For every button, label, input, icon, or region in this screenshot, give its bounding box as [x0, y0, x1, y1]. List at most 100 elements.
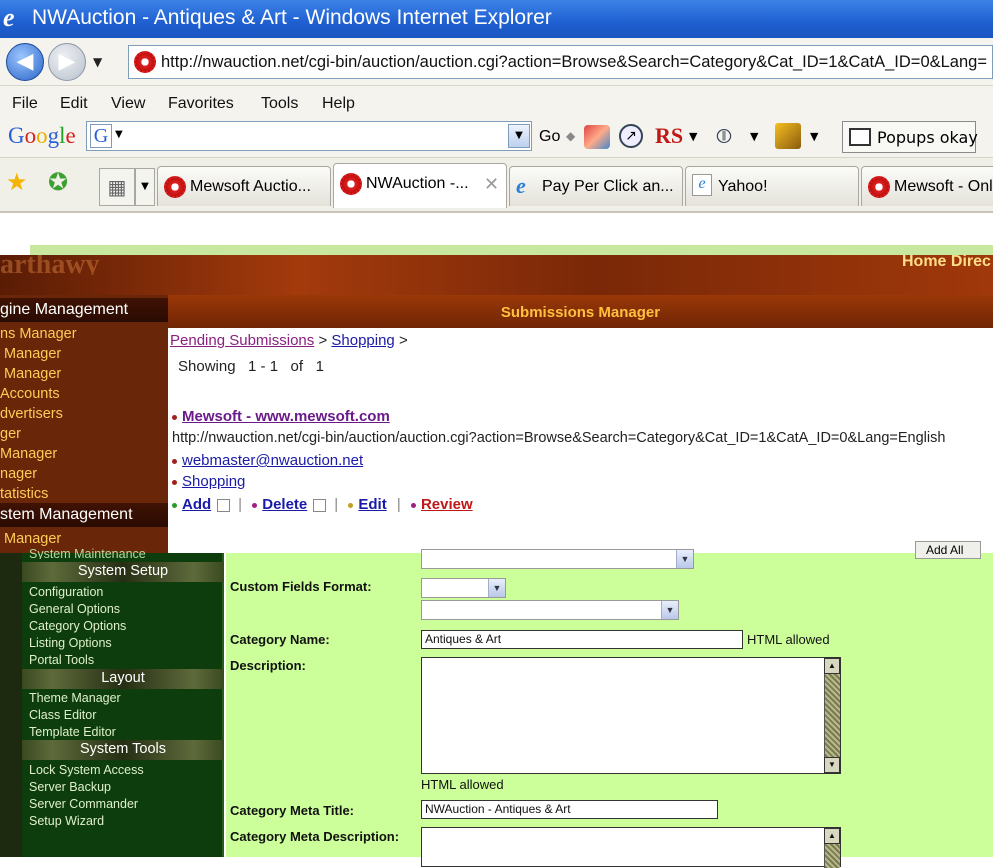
- sidebar-item-portal-tools[interactable]: Portal Tools: [29, 653, 94, 667]
- tab-label: Mewsoft - Onl: [894, 178, 993, 195]
- sidebar-heading-system: stem Management: [0, 503, 168, 527]
- sidebar-item-server-commander[interactable]: Server Commander: [29, 797, 138, 811]
- puzzle-icon[interactable]: [775, 123, 801, 149]
- delete-link[interactable]: Delete: [262, 496, 307, 513]
- compass-icon[interactable]: ↗: [619, 124, 643, 148]
- bullet-icon: [348, 502, 354, 508]
- submission-url: http://nwauction.net/cgi-bin/auction/auc…: [172, 430, 946, 446]
- scroll-up-icon[interactable]: ▲: [824, 828, 840, 844]
- popup-blocker-button[interactable]: Popups okay: [842, 121, 978, 153]
- breadcrumb: Pending Submissions > Shopping >: [170, 332, 408, 349]
- sidebar-item-template-editor[interactable]: Template Editor: [29, 725, 116, 739]
- search-dropdown-icon[interactable]: ▼: [508, 124, 530, 148]
- tab-close-icon[interactable]: ✕: [484, 174, 499, 195]
- scroll-down-icon[interactable]: ▼: [824, 757, 840, 773]
- edit-link[interactable]: Edit: [358, 496, 386, 513]
- meta-title-input[interactable]: NWAuction - Antiques & Art: [421, 800, 718, 819]
- breadcrumb-shopping-link[interactable]: Shopping: [331, 332, 394, 349]
- sidebar-item[interactable]: dvertisers: [0, 406, 63, 422]
- description-scrollbar[interactable]: [824, 658, 840, 773]
- chevron-down-icon: ▼: [676, 550, 693, 568]
- delete-checkbox[interactable]: [313, 498, 327, 512]
- category-name-input[interactable]: Antiques & Art: [421, 630, 743, 649]
- sidebar-item-theme-manager[interactable]: Theme Manager: [29, 691, 121, 705]
- google-search-input[interactable]: G ▼ ▼: [86, 121, 532, 151]
- quick-tabs-icon[interactable]: ▦: [99, 168, 135, 206]
- rs-dropdown-icon[interactable]: ▼: [689, 130, 697, 143]
- sidebar-item-category-options[interactable]: Category Options: [29, 619, 126, 633]
- description-textarea[interactable]: ▲ ▼: [421, 657, 841, 774]
- tab-yahoo[interactable]: e Yahoo!: [685, 166, 859, 206]
- sidebar-item-lock-system-access[interactable]: Lock System Access: [29, 763, 144, 777]
- top-select[interactable]: ▼: [421, 549, 694, 569]
- menu-favorites[interactable]: Favorites: [168, 95, 234, 113]
- custom-fields-format-select[interactable]: ▼: [421, 600, 679, 620]
- tab-label: Yahoo!: [718, 178, 768, 195]
- submissions-content: Pending Submissions > Shopping > Showing…: [168, 328, 993, 553]
- back-button[interactable]: ◀: [6, 43, 44, 81]
- menu-view[interactable]: View: [111, 95, 145, 113]
- sidebar-item[interactable]: tatistics: [0, 486, 48, 502]
- sidebar-item[interactable]: Manager: [4, 531, 61, 547]
- chevron-down-icon: ▼: [488, 579, 505, 597]
- submissions-manager-header: Submissions Manager: [168, 295, 993, 328]
- banner-logo-fragment: arthawy: [0, 255, 100, 275]
- top-nav-links[interactable]: Home Direc: [902, 253, 991, 271]
- breadcrumb-pending-link[interactable]: Pending Submissions: [170, 332, 314, 349]
- sidebar-heading-system-tools: System Tools: [22, 740, 224, 760]
- eye-dropdown-icon[interactable]: ▼: [750, 130, 758, 143]
- menu-edit[interactable]: Edit: [60, 95, 88, 113]
- submission-title-link[interactable]: Mewsoft - www.mewsoft.com: [182, 408, 390, 425]
- meta-description-textarea[interactable]: ▲: [421, 827, 841, 868]
- sidebar-item-class-editor[interactable]: Class Editor: [29, 708, 96, 722]
- sidebar-item[interactable]: Manager: [4, 366, 61, 382]
- add-all-button[interactable]: Add All: [915, 541, 981, 559]
- sidebar-item[interactable]: Manager: [4, 346, 61, 362]
- sidebar-item-listing-options[interactable]: Listing Options: [29, 636, 112, 650]
- puzzle-dropdown-icon[interactable]: ▼: [810, 130, 818, 143]
- menu-bar: File Edit View Favorites Tools Help: [0, 86, 993, 120]
- tab-mewsoft-online[interactable]: Mewsoft - Onl: [861, 166, 993, 206]
- review-link[interactable]: Review: [421, 496, 473, 513]
- menu-help[interactable]: Help: [322, 95, 355, 113]
- sidebar-item-cut[interactable]: System Maintenance: [29, 547, 146, 559]
- sidebar-item-configuration[interactable]: Configuration: [29, 585, 103, 599]
- sidebar-item[interactable]: nager: [0, 466, 37, 482]
- sidebar-item-server-backup[interactable]: Server Backup: [29, 780, 111, 794]
- forward-button[interactable]: ▶: [48, 43, 86, 81]
- html-allowed-note-below: HTML allowed: [421, 777, 504, 792]
- sidebar-item[interactable]: ger: [0, 426, 21, 442]
- category-name-label: Category Name:: [230, 632, 330, 647]
- submission-email-link[interactable]: webmaster@nwauction.net: [182, 452, 363, 469]
- rs-button[interactable]: RS: [655, 123, 683, 149]
- favorites-star-icon[interactable]: ★: [6, 168, 28, 196]
- menu-tools[interactable]: Tools: [261, 95, 298, 113]
- chevron-down-icon: ▼: [661, 601, 678, 619]
- custom-fields-select[interactable]: ▼: [421, 578, 506, 598]
- sidebar-item[interactable]: Manager: [0, 446, 57, 462]
- add-link[interactable]: Add: [182, 496, 211, 513]
- tab-nwauction[interactable]: NWAuction -... ✕: [333, 163, 507, 208]
- add-checkbox[interactable]: [217, 498, 231, 512]
- sidebar-item[interactable]: Accounts: [0, 386, 60, 402]
- separator-icon: ◆: [566, 129, 576, 143]
- tab-mewsoft-auction[interactable]: Mewsoft Auctio...: [157, 166, 331, 206]
- address-bar[interactable]: http://nwauction.net/cgi-bin/auction/auc…: [128, 45, 993, 79]
- tab-list-dropdown-icon[interactable]: ▼: [135, 168, 155, 206]
- google-go-button[interactable]: Go: [539, 128, 560, 146]
- menu-file[interactable]: File: [12, 95, 38, 113]
- upper-admin-sidebar: gine Management ns Manager Manager Manag…: [0, 295, 168, 553]
- sidebar-heading-system-setup: System Setup: [22, 562, 224, 582]
- sidebar-item[interactable]: ns Manager: [0, 326, 77, 342]
- history-dropdown-icon[interactable]: ▼: [93, 55, 102, 69]
- g-dropdown-icon[interactable]: ▼: [115, 129, 123, 140]
- breadcrumb-separator: >: [318, 332, 328, 349]
- sidebar-item-setup-wizard[interactable]: Setup Wizard: [29, 814, 104, 828]
- add-favorite-icon[interactable]: ✪: [48, 168, 68, 196]
- eye-icon[interactable]: ⦷: [716, 124, 732, 148]
- scroll-up-icon[interactable]: ▲: [824, 658, 840, 674]
- bookmark-tool-icon[interactable]: [584, 125, 610, 149]
- sidebar-item-general-options[interactable]: General Options: [29, 602, 120, 616]
- submission-category-link[interactable]: Shopping: [182, 473, 245, 490]
- tab-pay-per-click[interactable]: e Pay Per Click an...: [509, 166, 683, 206]
